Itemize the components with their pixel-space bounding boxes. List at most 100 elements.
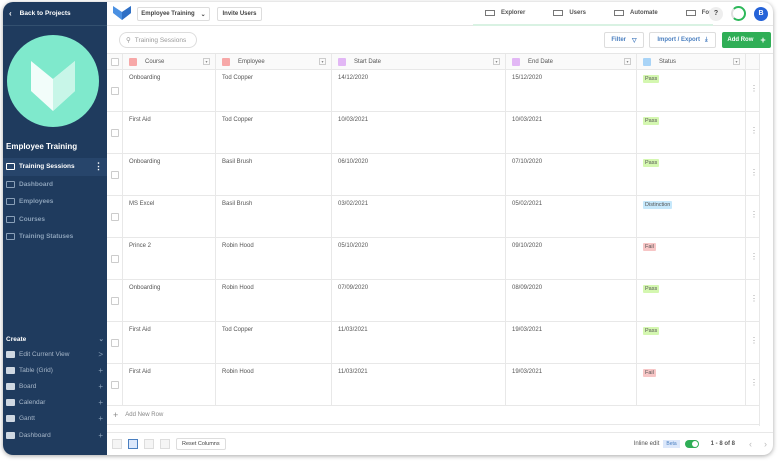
prev-page-button[interactable]: ‹	[749, 439, 752, 449]
row-checkbox[interactable]	[110, 296, 119, 305]
add-new-row-button[interactable]: + Add New Row	[107, 406, 759, 425]
next-page-button[interactable]: ›	[764, 439, 767, 449]
table-cell[interactable]: 14/12/2020	[332, 70, 506, 111]
view-compact-icon[interactable]	[112, 439, 122, 449]
back-to-projects-link[interactable]: ‹ Back to Projects	[3, 2, 107, 26]
table-cell[interactable]: Robin Hood	[216, 238, 332, 279]
table-cell[interactable]: Robin Hood	[216, 280, 332, 321]
table-cell[interactable]: Robin Hood	[216, 364, 332, 405]
row-menu-icon[interactable]: ⋮	[746, 70, 759, 111]
row-menu-icon[interactable]: ⋮	[746, 154, 759, 195]
table-cell[interactable]: 19/03/2021	[506, 322, 637, 363]
create-calendar[interactable]: Calendar +	[3, 395, 107, 411]
create-gantt[interactable]: Gantt +	[3, 411, 107, 427]
row-checkbox[interactable]	[110, 212, 119, 221]
view-rows-icon[interactable]	[144, 439, 154, 449]
table-cell[interactable]: 11/03/2021	[332, 364, 506, 405]
vertical-scrollbar[interactable]	[759, 54, 773, 426]
table-cell[interactable]: Basil Brush	[216, 154, 332, 195]
import-export-button[interactable]: Import / Export ⤓	[649, 32, 716, 48]
table-cell[interactable]: 11/03/2021	[332, 322, 506, 363]
column-header[interactable]: Course ▾	[123, 54, 216, 69]
row-checkbox[interactable]	[110, 86, 119, 95]
create-table-grid-[interactable]: Table (Grid) +	[3, 362, 107, 378]
sidebar-item-training-statuses[interactable]: Training Statuses	[3, 228, 107, 246]
column-header[interactable]: Employee ▾	[216, 54, 332, 69]
sidebar-item-dashboard[interactable]: Dashboard	[3, 176, 107, 194]
row-checkbox[interactable]	[110, 128, 119, 137]
tab-explorer[interactable]: Explorer	[485, 2, 525, 24]
row-menu-icon[interactable]: ⋮	[746, 196, 759, 237]
status-cell[interactable]: Distinction	[637, 196, 746, 237]
table-cell[interactable]: Tod Copper	[216, 322, 332, 363]
table-cell[interactable]: Onboarding	[123, 70, 216, 111]
add-row-button[interactable]: Add Row +	[722, 32, 771, 48]
search-input[interactable]: ⚲ Training Sessions	[119, 32, 197, 48]
create-dashboard[interactable]: Dashboard +	[3, 427, 107, 443]
row-menu-icon[interactable]: ⋮	[746, 238, 759, 279]
column-header[interactable]: Status ▾	[637, 54, 746, 69]
help-button[interactable]: ?	[709, 7, 723, 21]
sidebar-item-courses[interactable]: Courses	[3, 211, 107, 229]
table-cell[interactable]: 05/10/2020	[332, 238, 506, 279]
row-menu-icon[interactable]: ⋮	[746, 112, 759, 153]
table-cell[interactable]: 07/10/2020	[506, 154, 637, 195]
view-list-icon[interactable]	[128, 439, 138, 449]
tab-users[interactable]: Users	[553, 2, 586, 24]
table-cell[interactable]: 06/10/2020	[332, 154, 506, 195]
table-cell[interactable]: 10/03/2021	[332, 112, 506, 153]
table-cell[interactable]: Onboarding	[123, 154, 216, 195]
tab-automate[interactable]: Automate	[614, 2, 658, 24]
status-cell[interactable]: Pass	[637, 70, 746, 111]
filter-button[interactable]: Filter ▽	[604, 32, 644, 48]
select-all-checkbox[interactable]	[110, 57, 119, 66]
table-row[interactable]: First Aid Tod Copper 10/03/2021 10/03/2021 P…	[107, 112, 759, 154]
table-cell[interactable]: 09/10/2020	[506, 238, 637, 279]
table-cell[interactable]: 05/02/2021	[506, 196, 637, 237]
status-cell[interactable]: Fail	[637, 364, 746, 405]
table-cell[interactable]: First Aid	[123, 322, 216, 363]
inline-edit-toggle[interactable]	[684, 440, 699, 448]
table-cell[interactable]: 15/12/2020	[506, 70, 637, 111]
status-cell[interactable]: Fail	[637, 238, 746, 279]
table-cell[interactable]: Basil Brush	[216, 196, 332, 237]
table-row[interactable]: First Aid Robin Hood 11/03/2021 19/03/2021 F…	[107, 364, 759, 406]
table-row[interactable]: Onboarding Robin Hood 07/09/2020 08/09/2020…	[107, 280, 759, 322]
row-checkbox[interactable]	[110, 254, 119, 263]
status-cell[interactable]: Pass	[637, 154, 746, 195]
table-cell[interactable]: First Aid	[123, 364, 216, 405]
sidebar-item-employees[interactable]: Employees	[3, 193, 107, 211]
status-cell[interactable]: Pass	[637, 280, 746, 321]
table-cell[interactable]: 19/03/2021	[506, 364, 637, 405]
table-cell[interactable]: 03/02/2021	[332, 196, 506, 237]
reset-columns-button[interactable]: Reset Columns	[176, 438, 226, 450]
table-cell[interactable]: MS Excel	[123, 196, 216, 237]
table-row[interactable]: MS Excel Basil Brush 03/02/2021 05/02/2021 D…	[107, 196, 759, 238]
row-menu-icon[interactable]: ⋮	[746, 322, 759, 363]
status-cell[interactable]: Pass	[637, 112, 746, 153]
table-cell[interactable]: Tod Copper	[216, 112, 332, 153]
table-cell[interactable]: Tod Copper	[216, 70, 332, 111]
view-grid-icon[interactable]	[160, 439, 170, 449]
table-row[interactable]: First Aid Tod Copper 11/03/2021 19/03/2021 P…	[107, 322, 759, 364]
chevron-down-icon[interactable]: ▾	[203, 58, 210, 65]
table-row[interactable]: Onboarding Tod Copper 14/12/2020 15/12/2020…	[107, 70, 759, 112]
table-cell[interactable]: First Aid	[123, 112, 216, 153]
row-checkbox[interactable]	[110, 170, 119, 179]
row-checkbox[interactable]	[110, 338, 119, 347]
status-cell[interactable]: Pass	[637, 322, 746, 363]
invite-users-button[interactable]: Invite Users	[217, 7, 262, 21]
row-menu-icon[interactable]: ⋮	[746, 280, 759, 321]
chevron-down-icon[interactable]: ▾	[624, 58, 631, 65]
sidebar-item-training-sessions[interactable]: Training Sessions ⋮	[3, 158, 107, 176]
chevron-down-icon[interactable]: ▾	[319, 58, 326, 65]
table-row[interactable]: Prince 2 Robin Hood 05/10/2020 09/10/2020 Fa…	[107, 238, 759, 280]
row-menu-icon[interactable]: ⋮	[746, 364, 759, 405]
user-avatar[interactable]: B	[754, 7, 768, 21]
table-cell[interactable]: 08/09/2020	[506, 280, 637, 321]
column-header[interactable]: End Date ▾	[506, 54, 637, 69]
create-section-header[interactable]: Create ⌄	[3, 332, 107, 346]
table-cell[interactable]: 10/03/2021	[506, 112, 637, 153]
table-row[interactable]: Onboarding Basil Brush 06/10/2020 07/10/202…	[107, 154, 759, 196]
table-cell[interactable]: Onboarding	[123, 280, 216, 321]
